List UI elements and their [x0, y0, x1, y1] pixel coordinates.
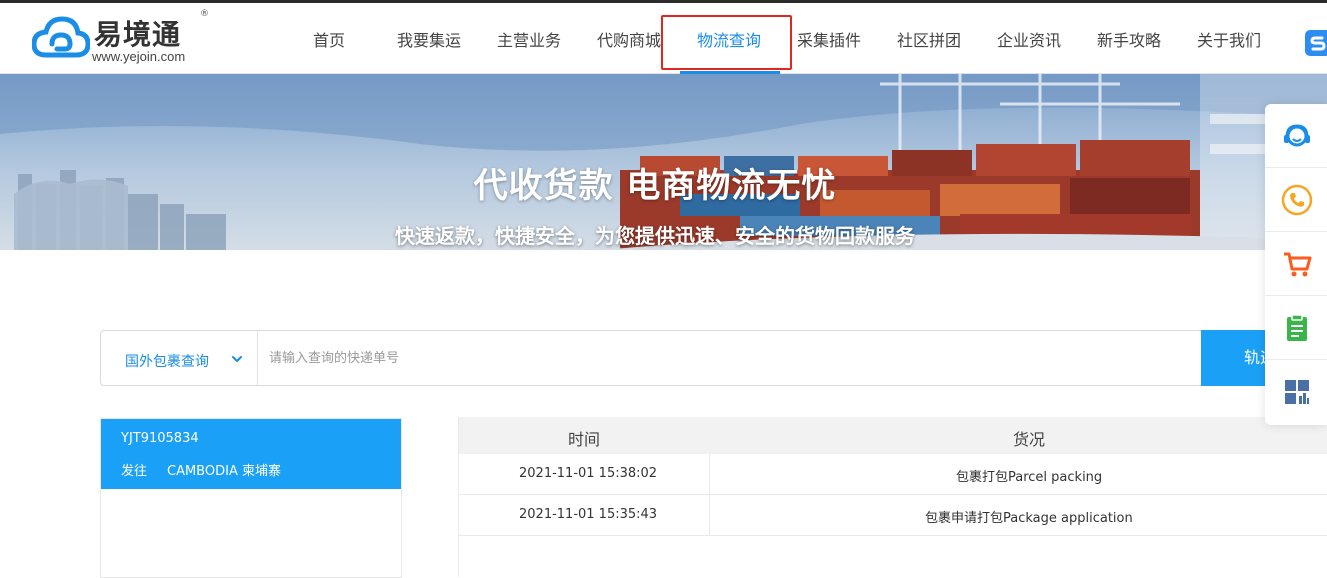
cart-icon	[1284, 252, 1312, 277]
nav-item-guide[interactable]: 新手攻略	[1097, 27, 1161, 51]
nav-item-plugin[interactable]: 采集插件	[797, 27, 861, 51]
table-header: 时间 货况	[459, 417, 1327, 454]
row-status: 包裹申请打包Package application	[925, 511, 1133, 526]
chevron-down-icon	[232, 356, 242, 362]
sidebar-dashboard[interactable]	[1265, 360, 1327, 424]
column-header-status: 货况	[1013, 430, 1046, 449]
customer-service-icon	[1284, 124, 1310, 147]
banner-title: 代收货款 电商物流无忧	[473, 166, 837, 206]
highlight-box	[661, 15, 792, 70]
column-divider	[709, 454, 710, 536]
floating-sidebar	[1265, 104, 1327, 425]
extension-icon[interactable]	[1305, 30, 1327, 56]
logo-url: www.yejoin.com	[92, 49, 186, 64]
query-type-select[interactable]: 国外包裹查询	[101, 331, 258, 385]
row-time: 2021-11-01 15:35:43	[519, 507, 658, 522]
column-header-time: 时间	[568, 430, 601, 449]
table-row: 2021-11-01 15:35:43 包裹申请打包Package applic…	[459, 495, 1327, 536]
nav-item-group-buy[interactable]: 社区拼团	[897, 27, 961, 51]
nav-item-business[interactable]: 主营业务	[497, 27, 561, 51]
nav-item-consolidation[interactable]: 我要集运	[397, 27, 461, 51]
hero-banner: 代收货款 电商物流无忧 快速返款，快捷安全，为您提供迅速、安全的货物回款服务	[0, 74, 1327, 250]
table-row: 2021-11-01 15:38:02 包裹打包Parcel packing	[459, 454, 1327, 495]
logo-registered-mark: ®	[200, 9, 209, 19]
nav-item-shop[interactable]: 代购商城	[597, 27, 661, 51]
query-type-label: 国外包裹查询	[125, 354, 209, 370]
tracking-number-input[interactable]	[259, 331, 1199, 385]
sidebar-phone[interactable]	[1265, 168, 1327, 232]
s-icon	[1310, 36, 1326, 51]
shipment-summary-header[interactable]: YJT9105834 发往 CAMBODIA 柬埔寨	[101, 419, 401, 489]
sidebar-orders[interactable]	[1265, 296, 1327, 360]
clipboard-icon	[1287, 314, 1307, 341]
shipment-summary-card: YJT9105834 发往 CAMBODIA 柬埔寨	[100, 418, 402, 578]
site-header: 易境通 ® www.yejoin.com 首页 我要集运 主营业务 代购商城 物…	[0, 3, 1327, 74]
cloud-logo-icon	[32, 16, 90, 58]
sidebar-cart[interactable]	[1265, 232, 1327, 296]
dashboard-icon	[1285, 380, 1309, 404]
logo-name: 易境通	[94, 18, 182, 51]
logo[interactable]: 易境通 ® www.yejoin.com	[32, 9, 222, 69]
sidebar-customer-service[interactable]	[1265, 104, 1327, 168]
nav-item-about[interactable]: 关于我们	[1197, 27, 1261, 51]
row-time: 2021-11-01 15:38:02	[519, 466, 658, 481]
destination-value: CAMBODIA 柬埔寨	[167, 464, 281, 479]
row-status: 包裹打包Parcel packing	[956, 470, 1103, 485]
nav-item-news[interactable]: 企业资讯	[997, 27, 1061, 51]
tracking-search-bar: 国外包裹查询 轨迹	[100, 330, 1327, 386]
destination-label: 发往	[121, 464, 148, 479]
phone-icon	[1281, 184, 1313, 216]
tracking-history-table: 时间 货况 2021-11-01 15:38:02 包裹打包Parcel pac…	[458, 417, 1327, 577]
banner-subtitle: 快速返款，快捷安全，为您提供迅速、安全的货物回款服务	[395, 224, 915, 248]
nav-item-home[interactable]: 首页	[313, 27, 345, 51]
tracking-number: YJT9105834	[121, 431, 199, 446]
